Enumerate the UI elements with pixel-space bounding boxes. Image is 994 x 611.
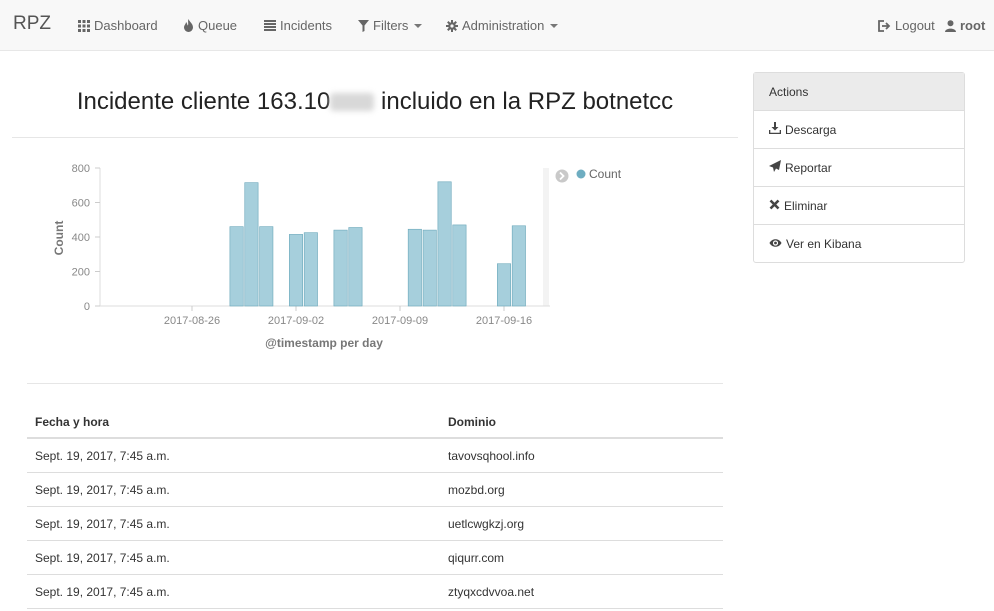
table-row: Sept. 19, 2017, 7:45 a.m. mozbd.org [27, 473, 723, 507]
chevron-down-icon [550, 23, 559, 28]
chart-bar[interactable] [303, 232, 318, 307]
y-axis-label: Count [52, 221, 66, 256]
nav-dashboard[interactable]: Dashboard [78, 18, 158, 33]
table-row: Sept. 19, 2017, 7:45 a.m. qiqurr.com [27, 541, 723, 575]
table-header: Fecha y hora Dominio [27, 404, 723, 439]
chart-bar[interactable] [511, 225, 526, 307]
y-tick-label: 600 [72, 198, 90, 210]
chart-bar[interactable] [348, 227, 363, 307]
user-name: root [960, 18, 986, 33]
page-title-suffix: incluido en la RPZ botnetcc [381, 88, 674, 115]
chart-bar[interactable] [422, 229, 437, 307]
page-title-prefix: Incidente cliente 163.10 [76, 88, 331, 115]
chart-bar[interactable] [452, 224, 467, 307]
page-title: Incidente cliente 163.10 incluido en la … [14, 88, 736, 116]
chart-bar[interactable] [229, 226, 244, 307]
action-download[interactable]: Descarga [754, 111, 964, 149]
x-axis-label: @timestamp per day [265, 336, 383, 350]
table-row: Sept. 19, 2017, 7:45 a.m. tavovsqhool.in… [27, 439, 723, 473]
chart-bar[interactable] [407, 228, 422, 307]
chart-bar[interactable] [333, 229, 348, 307]
logout-link[interactable]: Logout [878, 18, 935, 33]
list-icon [264, 20, 276, 31]
fire-icon [183, 19, 194, 32]
plot-area: 0 200 400 600 800 2017-08-26 2017-09-02 2017-09… [72, 163, 550, 327]
row-domain: qiqurr.com [448, 551, 505, 565]
x-tick-label: 2017-08-26 [164, 315, 220, 327]
chevron-down-icon [414, 23, 423, 28]
row-datetime: Sept. 19, 2017, 7:45 a.m. [35, 551, 170, 565]
row-datetime: Sept. 19, 2017, 7:45 a.m. [35, 449, 170, 463]
chart-bar[interactable] [259, 226, 274, 307]
nav-filters-label: Filters [373, 18, 409, 33]
section-divider [27, 383, 723, 384]
chart-bar[interactable] [437, 181, 452, 307]
user-menu[interactable]: root [945, 18, 985, 33]
y-tick-label: 200 [72, 267, 90, 279]
grid-icon [78, 19, 90, 32]
chart-bar[interactable] [244, 182, 259, 307]
y-tick-label: 800 [72, 163, 90, 175]
logout-icon [878, 19, 891, 32]
x-tick-label: 2017-09-16 [476, 315, 532, 327]
cog-icon [446, 19, 458, 32]
action-view-kibana[interactable]: Ver en Kibana [754, 225, 964, 263]
action-report[interactable]: Reportar [754, 149, 964, 187]
y-tick-label: 0 [84, 301, 90, 313]
nav-administration[interactable]: Administration [446, 18, 559, 33]
action-delete[interactable]: Eliminar [754, 187, 964, 225]
chart-scroll-strip [543, 168, 549, 306]
nav-incidents-label: Incidents [280, 18, 333, 33]
row-datetime: Sept. 19, 2017, 7:45 a.m. [35, 483, 170, 497]
nav-incidents[interactable]: Incidents [264, 18, 332, 33]
column-header-domain: Dominio [448, 415, 496, 429]
action-view-kibana-label: Ver en Kibana [786, 237, 862, 251]
redacted-ip-blur [330, 93, 375, 111]
actions-panel: Actions Descarga Reportar Eliminar Ver e… [753, 72, 965, 263]
row-domain: tavovsqhool.info [448, 449, 535, 463]
send-icon [769, 160, 781, 175]
user-icon [945, 19, 956, 32]
actions-panel-header: Actions [754, 73, 964, 111]
actions-panel-title: Actions [769, 85, 809, 99]
legend-toggle-button[interactable] [555, 169, 569, 183]
action-download-label: Descarga [785, 122, 837, 137]
brand-logo[interactable]: RPZ [13, 13, 51, 35]
y-tick-label: 400 [72, 232, 90, 244]
navbar: RPZ Dashboard Queue Incidents Filters Ad… [0, 0, 994, 51]
incident-histogram-chart: Count @timestamp per day Count 0 200 400 60… [52, 163, 622, 350]
table-row: Sept. 19, 2017, 7:45 a.m. uetlcwgkzj.org [27, 507, 723, 541]
logout-label: Logout [895, 18, 935, 33]
row-domain: ztyqxcdvvoa.net [448, 585, 535, 599]
row-domain: uetlcwgkzj.org [448, 517, 525, 531]
action-report-label: Reportar [785, 160, 832, 175]
row-datetime: Sept. 19, 2017, 7:45 a.m. [35, 517, 170, 531]
nav-administration-label: Administration [462, 18, 545, 33]
remove-icon [769, 199, 780, 213]
chart-bar[interactable] [497, 263, 511, 307]
legend-label: Count [589, 167, 622, 181]
legend-marker [576, 169, 586, 179]
nav-dashboard-label: Dashboard [94, 18, 158, 33]
table-row: Sept. 19, 2017, 7:45 a.m. ztyqxcdvvoa.ne… [27, 575, 723, 609]
eye-icon [769, 237, 782, 251]
row-domain: mozbd.org [448, 483, 505, 497]
nav-queue-label: Queue [198, 18, 238, 33]
nav-queue[interactable]: Queue [183, 18, 237, 33]
chart-bar[interactable] [289, 234, 303, 307]
column-header-date: Fecha y hora [35, 415, 110, 429]
incidents-table: Fecha y hora Dominio Sept. 19, 2017, 7:4… [27, 404, 723, 609]
action-delete-label: Eliminar [784, 198, 828, 213]
x-tick-label: 2017-09-09 [372, 315, 428, 327]
x-tick-label: 2017-09-02 [268, 315, 324, 327]
title-divider [12, 137, 738, 138]
filter-icon [358, 19, 369, 32]
nav-filters[interactable]: Filters [358, 18, 423, 33]
row-datetime: Sept. 19, 2017, 7:45 a.m. [35, 585, 170, 599]
legend-item-count[interactable]: Count [576, 167, 622, 181]
download-icon [768, 122, 782, 137]
